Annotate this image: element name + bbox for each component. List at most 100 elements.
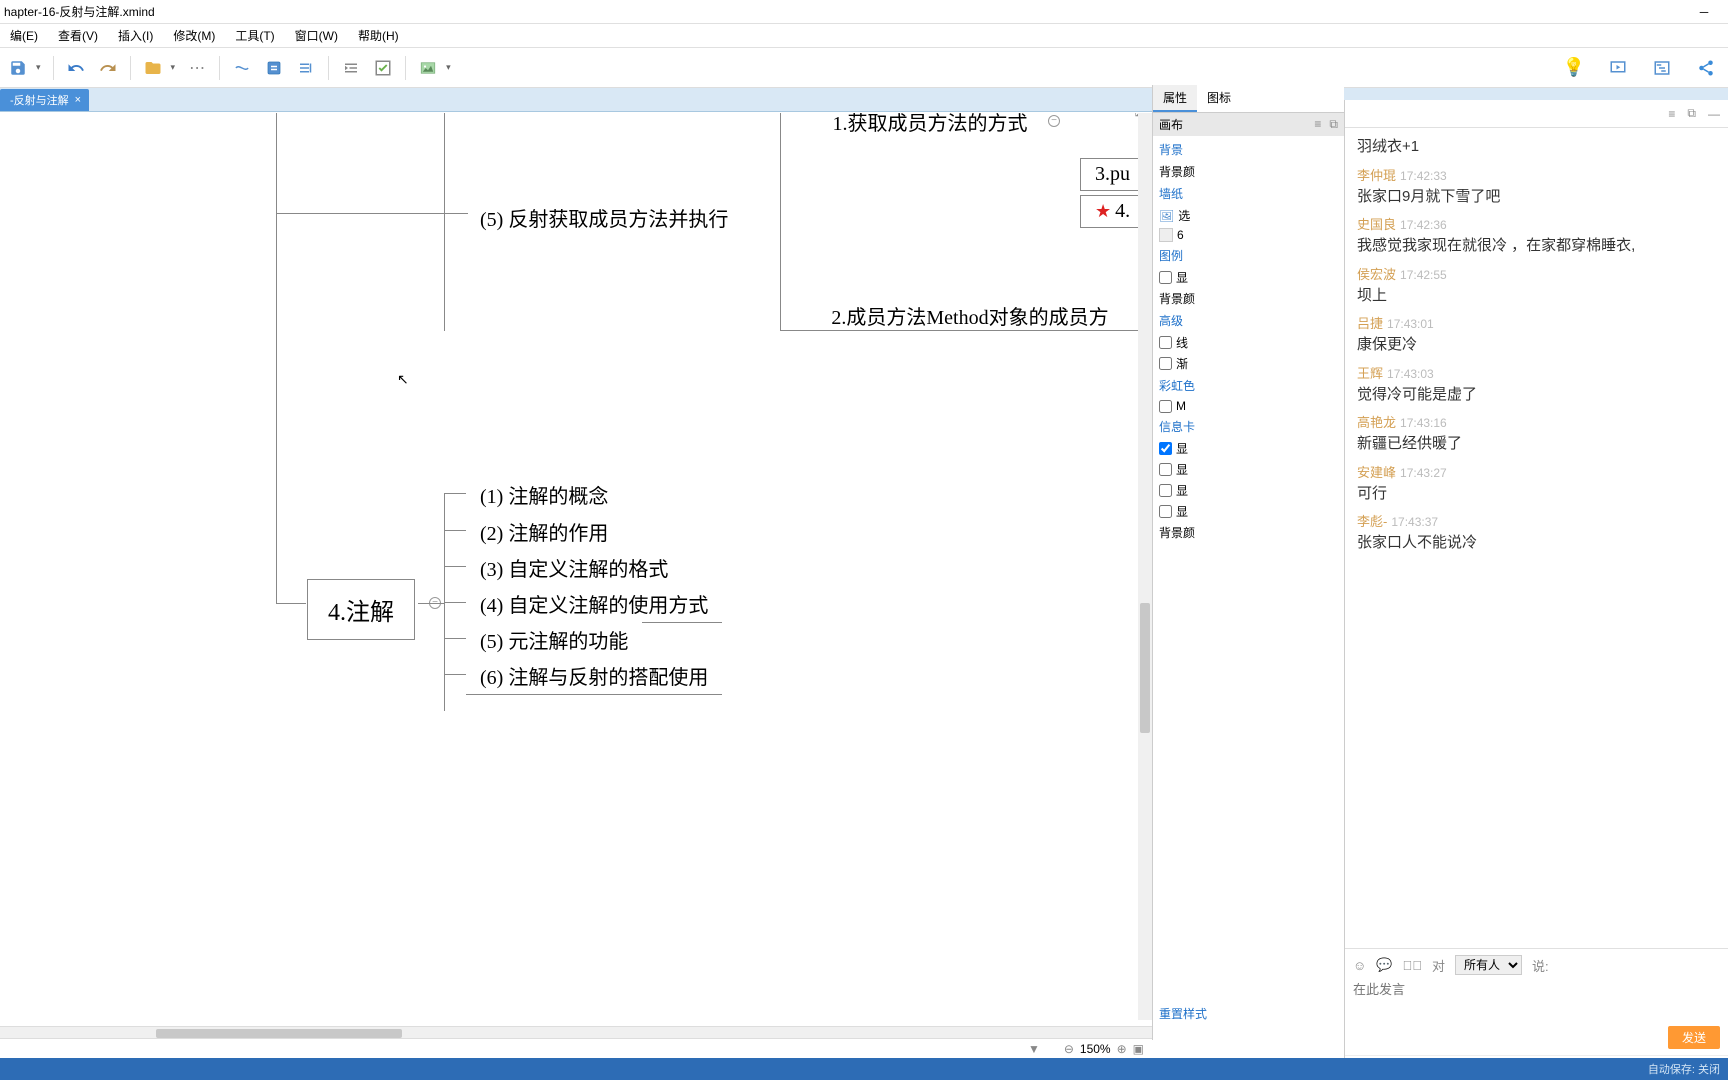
- chat-bubble-icon[interactable]: 💬: [1376, 957, 1392, 973]
- tab-label: -反射与注解: [10, 92, 69, 108]
- indent-button[interactable]: [337, 54, 365, 82]
- menu-icon[interactable]: ≡: [1668, 107, 1675, 121]
- section-infocard: 信息卡: [1159, 415, 1338, 438]
- popout-icon[interactable]: ⧉: [1687, 106, 1696, 121]
- scrollbar-thumb[interactable]: [156, 1029, 402, 1038]
- menu-view[interactable]: 查看(V): [48, 25, 108, 46]
- more-button[interactable]: ⋯: [183, 54, 211, 82]
- checkbox-show4[interactable]: [1159, 505, 1172, 518]
- send-button[interactable]: 发送: [1668, 1026, 1720, 1049]
- close-icon[interactable]: —: [1708, 107, 1720, 121]
- mind-node[interactable]: 3.pu: [1080, 158, 1145, 191]
- section-advanced: 高级: [1159, 309, 1338, 332]
- autosave-status: 自动保存: 关闭: [1648, 1061, 1720, 1077]
- image-button[interactable]: [414, 54, 442, 82]
- chat-input[interactable]: [1353, 979, 1720, 1023]
- checkbox-button[interactable]: [369, 54, 397, 82]
- zoom-level: 150%: [1080, 1042, 1111, 1056]
- chat-header: ≡ ⧉ —: [1345, 100, 1728, 128]
- share-button[interactable]: [1692, 54, 1720, 82]
- file-tab-active[interactable]: -反射与注解 ×: [0, 89, 89, 111]
- reset-style-link[interactable]: 重置样式: [1153, 999, 1213, 1028]
- mind-node[interactable]: (4) 自定义注解的使用方式: [466, 585, 722, 623]
- emoji-icon[interactable]: ☺: [1353, 958, 1366, 973]
- chat-message: 李彪-17:43:37 张家口人不能说冷: [1357, 511, 1716, 555]
- mind-node[interactable]: (3) 自定义注解的格式: [466, 549, 682, 587]
- dropdown-arrow-icon[interactable]: ▾: [32, 62, 45, 73]
- undo-button[interactable]: [62, 54, 90, 82]
- minimize-button[interactable]: ─: [1684, 2, 1724, 22]
- checkbox-show-legend[interactable]: [1159, 271, 1172, 284]
- vertical-scrollbar[interactable]: [1138, 113, 1152, 1020]
- toolbar: ▾ ▾ ⋯ ▾ 💡: [0, 48, 1728, 88]
- mind-node[interactable]: (1) 注解的概念: [466, 476, 622, 514]
- zoom-in-button[interactable]: ⊕: [1117, 1042, 1127, 1056]
- checkbox-line[interactable]: [1159, 336, 1172, 349]
- redo-button[interactable]: [94, 54, 122, 82]
- menu-icon[interactable]: ≡: [1314, 117, 1321, 132]
- chat-message: 侯宏波17:42:55 坝上: [1357, 264, 1716, 308]
- mind-node[interactable]: 1.获取成员方法的方式: [800, 113, 1060, 140]
- checkbox-gradient[interactable]: [1159, 357, 1172, 370]
- window-title: hapter-16-反射与注解.xmind: [4, 3, 155, 20]
- checkbox-show1[interactable]: [1159, 442, 1172, 455]
- folder-button[interactable]: [139, 54, 167, 82]
- mind-node[interactable]: (2) 注解的作用: [466, 513, 622, 551]
- zoom-out-button[interactable]: ⊖: [1064, 1042, 1074, 1056]
- chat-panel: ≡ ⧉ — 羽绒衣+1 李仲琨17:42:33 张家口9月就下雪了吧 史国良17…: [1344, 100, 1728, 1080]
- mind-node-main[interactable]: 4.注解: [307, 579, 415, 640]
- chat-messages[interactable]: 羽绒衣+1 李仲琨17:42:33 张家口9月就下雪了吧 史国良17:42:36…: [1345, 128, 1728, 948]
- section-canvas: 画布: [1159, 116, 1183, 133]
- save-icon: [9, 59, 27, 77]
- mind-node[interactable]: (6) 注解与反射的搭配使用: [466, 657, 722, 695]
- checkbox-show3[interactable]: [1159, 484, 1172, 497]
- section-wallpaper: 墙纸: [1159, 182, 1338, 205]
- chat-message: 李仲琨17:42:33 张家口9月就下雪了吧: [1357, 165, 1716, 209]
- gantt-icon: [1653, 59, 1671, 77]
- properties-tabs: 属性 图标: [1153, 85, 1344, 113]
- chat-message: 羽绒衣+1: [1357, 136, 1716, 159]
- summary-button[interactable]: [292, 54, 320, 82]
- menu-modify[interactable]: 修改(M): [163, 25, 225, 46]
- gantt-button[interactable]: [1648, 54, 1676, 82]
- mind-node[interactable]: 2.成员方法Method对象的成员方: [800, 297, 1140, 334]
- scrollbar-thumb[interactable]: [1140, 603, 1150, 733]
- boundary-button[interactable]: [260, 54, 288, 82]
- title-bar: hapter-16-反射与注解.xmind ─: [0, 0, 1728, 24]
- section-legend: 图例: [1159, 244, 1338, 267]
- dropdown-arrow-icon[interactable]: ▾: [167, 62, 180, 73]
- chat-message: 史国良17:42:36 我感觉我家现在就很冷 ，在家都穿棉睡衣,: [1357, 214, 1716, 258]
- menu-help[interactable]: 帮助(H): [348, 25, 409, 46]
- menu-window[interactable]: 窗口(W): [285, 25, 348, 46]
- window-controls: ─: [1684, 2, 1724, 22]
- expand-icon[interactable]: ⧉: [1329, 117, 1338, 132]
- menu-edit[interactable]: 编(E): [0, 25, 48, 46]
- indent-icon: [342, 59, 360, 77]
- mind-node-starred[interactable]: ★4.: [1080, 195, 1145, 228]
- canvas-area[interactable]: 1.获取成员方法的方式 − 3.pu ★4. (5) 反射获取成员方法并执行 2…: [0, 113, 1152, 1020]
- presentation-icon: [1609, 59, 1627, 77]
- link-button[interactable]: [228, 54, 256, 82]
- checkbox-multi[interactable]: [1159, 400, 1172, 413]
- properties-panel: 属性 图标 画布 ≡ ⧉ 背景 背景颜 墙纸 🖼选 6 图例 显 背景颜 高级 …: [1152, 85, 1344, 1040]
- tab-icons[interactable]: 图标: [1197, 85, 1241, 112]
- dropdown-arrow-icon[interactable]: ▾: [442, 62, 455, 73]
- fit-button[interactable]: ▣: [1133, 1042, 1144, 1056]
- idea-button[interactable]: 💡: [1560, 54, 1588, 82]
- recipient-select[interactable]: 所有人: [1455, 955, 1522, 975]
- mind-node[interactable]: (5) 元注解的功能: [466, 621, 642, 659]
- checkbox-show2[interactable]: [1159, 463, 1172, 476]
- close-icon[interactable]: ×: [75, 94, 81, 106]
- mind-node[interactable]: (5) 反射获取成员方法并执行: [466, 199, 742, 236]
- tab-properties[interactable]: 属性: [1153, 85, 1197, 112]
- save-button[interactable]: [4, 54, 32, 82]
- collapse-toggle[interactable]: −: [1048, 115, 1060, 127]
- menu-tools[interactable]: 工具(T): [225, 25, 284, 46]
- menu-insert[interactable]: 插入(I): [108, 25, 163, 46]
- checkbox-icon: [374, 59, 392, 77]
- screenshot-icon[interactable]: ✎⃞: [1402, 958, 1422, 973]
- image-picker-icon[interactable]: 🖼: [1159, 209, 1174, 223]
- filter-icon[interactable]: ▼: [1028, 1042, 1040, 1056]
- boundary-icon: [265, 59, 283, 77]
- presentation-button[interactable]: [1604, 54, 1632, 82]
